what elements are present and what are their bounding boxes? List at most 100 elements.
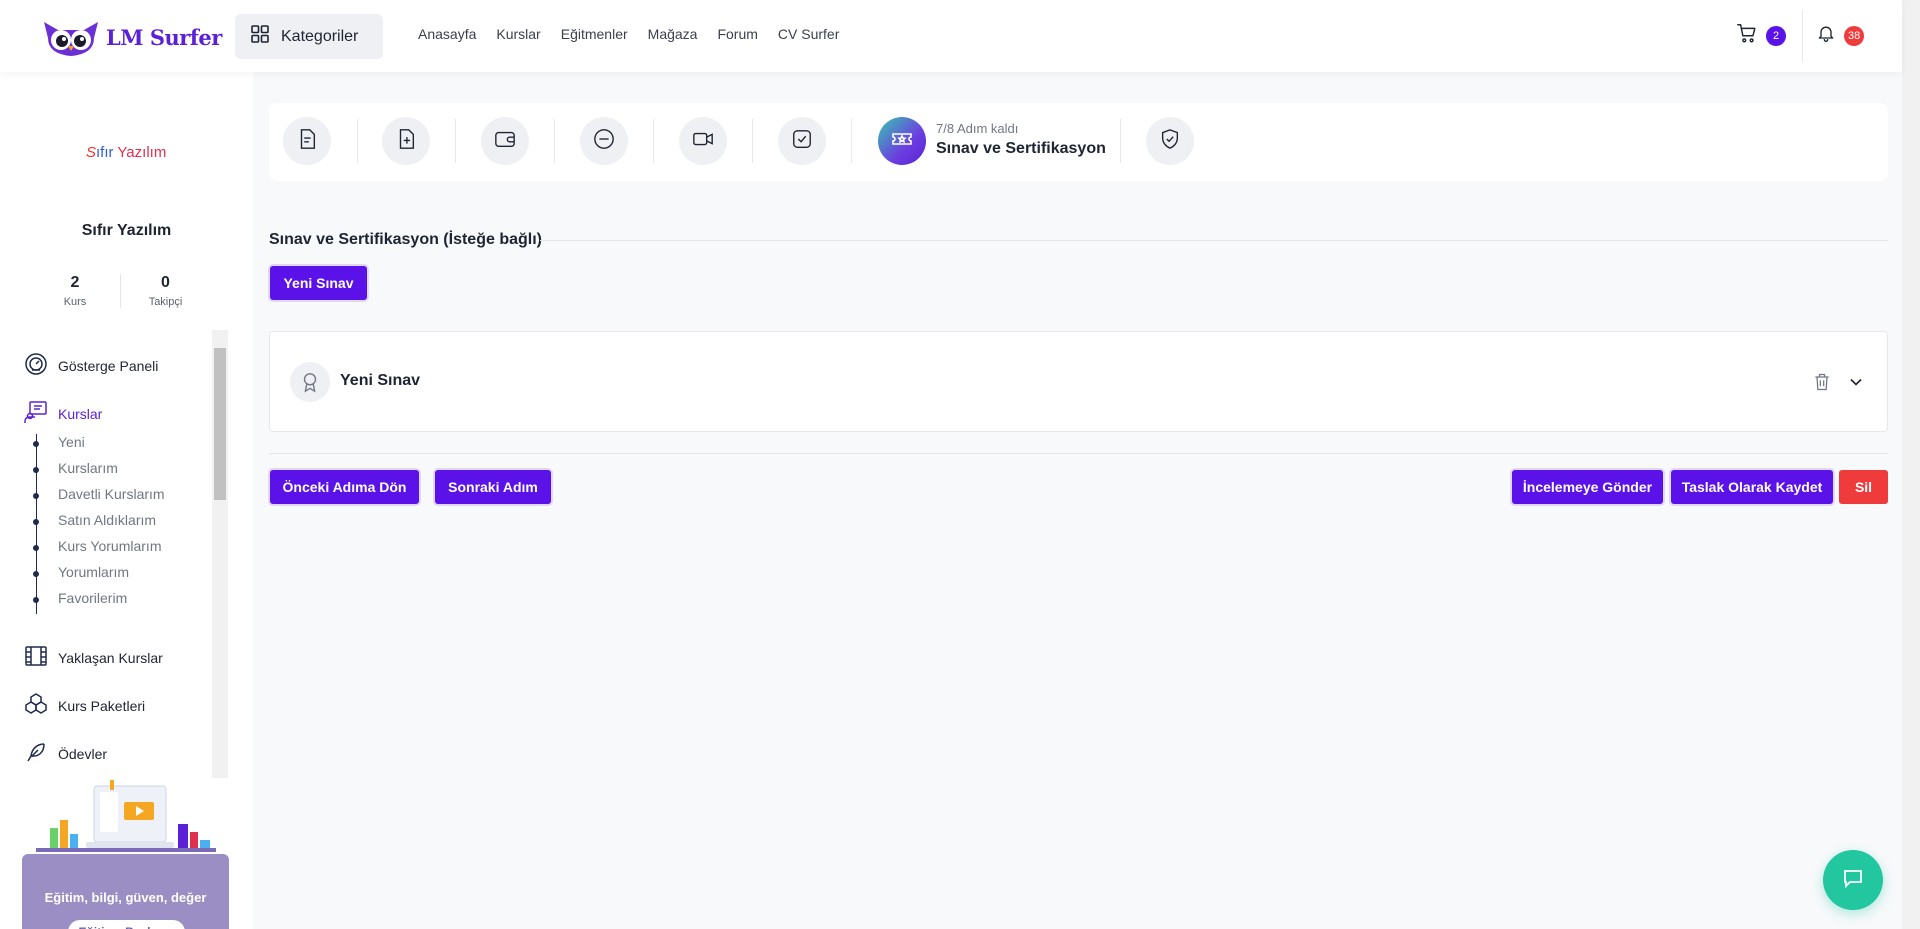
save-draft-button[interactable]: Taslak Olarak Kaydet	[1671, 470, 1833, 504]
step-divider	[752, 119, 753, 163]
sidebar-item-upcoming-courses[interactable]: Yaklaşan Kurslar	[24, 644, 163, 671]
wallet-icon	[494, 128, 516, 155]
submenu-item-invited-courses[interactable]: Davetli Kurslarım	[58, 486, 165, 502]
exam-item[interactable]: Yeni Sınav	[269, 331, 1888, 432]
step-publish[interactable]	[1146, 117, 1194, 165]
section-divider	[540, 240, 1888, 241]
notifications-button[interactable]: 38	[1816, 22, 1865, 49]
boxes-icon	[24, 692, 48, 719]
folder-minus-icon	[593, 128, 615, 155]
section-title: Sınav ve Sertifikasyon (İsteğe bağlı)	[269, 231, 542, 248]
submenu-dot	[33, 597, 39, 603]
profile-name: Sıfır Yazılım	[81, 222, 172, 239]
site-logo[interactable]: LM Surfer	[40, 16, 222, 58]
shield-check-icon	[1159, 128, 1181, 155]
submenu-dot	[33, 571, 39, 577]
nav-forum[interactable]: Forum	[717, 26, 757, 42]
nav-courses[interactable]: Kurslar	[496, 26, 540, 42]
bell-icon	[1816, 22, 1836, 49]
next-step-button[interactable]: Sonraki Adım	[435, 470, 551, 504]
grid-icon	[251, 25, 269, 48]
current-step-title: Sınav ve Sertifikasyon	[936, 140, 1106, 157]
sidebar-scrollbar-thumb[interactable]	[214, 348, 226, 500]
chat-bubble-icon	[1841, 866, 1865, 895]
submenu-dot	[33, 493, 39, 499]
stat-followers: 0 Takipçi	[120, 274, 210, 308]
step-pricing[interactable]	[481, 117, 529, 165]
submenu-item-favorites[interactable]: Favorilerim	[58, 590, 127, 606]
submenu-dot	[33, 467, 39, 473]
sidebar-item-assignments[interactable]: Ödevler	[24, 740, 107, 767]
promo-banner: Eğitim, bilgi, güven, değer Eğitime Başl…	[22, 780, 229, 929]
exam-title: Yeni Sınav	[340, 372, 421, 389]
sidebar-item-courses[interactable]: Kurslar	[24, 400, 102, 427]
chat-button[interactable]	[1823, 850, 1883, 910]
submenu-dot	[33, 519, 39, 525]
step-basic-info[interactable]	[283, 117, 331, 165]
submenu-item-course-reviews[interactable]: Kurs Yorumlarım	[58, 538, 161, 554]
step-content[interactable]	[580, 117, 628, 165]
start-learning-button[interactable]: Eğitime Başlayın	[68, 920, 185, 929]
laptop-books-illustration	[36, 780, 216, 852]
stat-courses: 2 Kurs	[63, 274, 87, 308]
promo-text: Eğitim, bilgi, güven, değer	[44, 890, 207, 905]
submenu-item-my-reviews[interactable]: Yorumlarım	[58, 564, 129, 580]
previous-step-button[interactable]: Önceki Adıma Dön	[270, 470, 419, 504]
page-scrollbar[interactable]	[1902, 0, 1920, 929]
sidebar-item-dashboard[interactable]: Gösterge Paneli	[24, 352, 158, 379]
cart-button[interactable]: 2	[1736, 22, 1786, 49]
owl-logo-icon	[40, 16, 102, 58]
sidebar: Sıfır Yazılım Sıfır Yazılım 2 Kurs 0 Tak…	[0, 72, 253, 929]
ticket-star-icon	[890, 127, 914, 156]
step-divider	[653, 119, 654, 163]
checkbox-icon	[791, 128, 813, 155]
notification-count-badge: 38	[1844, 25, 1865, 46]
step-divider	[851, 119, 852, 163]
cart-count-badge: 2	[1766, 25, 1786, 46]
logo-text: LM Surfer	[106, 24, 222, 50]
step-video[interactable]	[679, 117, 727, 165]
current-step-info: 7/8 Adım kaldı Sınav ve Sertifikasyon	[936, 121, 1106, 158]
nav-store[interactable]: Mağaza	[648, 26, 698, 42]
course-board-icon	[24, 400, 48, 427]
delete-button[interactable]: Sil	[1839, 470, 1888, 504]
dashboard-gauge-icon	[24, 352, 48, 379]
categories-label: Kategoriler	[281, 27, 359, 45]
submit-review-button[interactable]: İncelemeye Gönder	[1512, 470, 1663, 504]
main-nav: Anasayfa Kurslar Eğitmenler Mağaza Forum…	[418, 26, 839, 42]
submenu-item-new[interactable]: Yeni	[58, 434, 85, 450]
video-icon	[691, 128, 715, 155]
profile-stats: 2 Kurs 0 Takipçi	[30, 274, 210, 308]
header-divider	[1802, 10, 1803, 62]
submenu-item-my-courses[interactable]: Kurslarım	[58, 460, 118, 476]
brand-logo: Sıfır Yazılım	[86, 144, 167, 161]
new-exam-button[interactable]: Yeni Sınav	[270, 266, 367, 300]
sidebar-menu: Gösterge Paneli Kurslar Yeni Kurslarım D…	[0, 334, 212, 782]
top-bar: LM Surfer Kategoriler Anasayfa Kurslar E…	[0, 0, 1902, 72]
film-icon	[24, 644, 48, 671]
step-divider	[357, 119, 358, 163]
submenu-item-purchases[interactable]: Satın Aldıklarım	[58, 512, 156, 528]
nav-cv-surfer[interactable]: CV Surfer	[778, 26, 839, 42]
course-steps-bar: 7/8 Adım kaldı Sınav ve Sertifikasyon	[269, 103, 1888, 181]
award-icon	[290, 362, 330, 402]
step-extra-info[interactable]	[382, 117, 430, 165]
step-divider	[1120, 119, 1121, 163]
file-plus-icon	[395, 128, 417, 155]
nav-instructors[interactable]: Eğitmenler	[561, 26, 628, 42]
step-quiz[interactable]	[778, 117, 826, 165]
submenu-dot	[33, 545, 39, 551]
nav-home[interactable]: Anasayfa	[418, 26, 476, 42]
chevron-down-icon[interactable]	[1846, 372, 1866, 397]
steps-remaining: 7/8 Adım kaldı	[936, 121, 1019, 136]
categories-button[interactable]: Kategoriler	[235, 14, 383, 59]
step-divider	[455, 119, 456, 163]
step-divider	[554, 119, 555, 163]
trash-icon[interactable]	[1812, 372, 1832, 397]
feather-icon	[24, 740, 48, 767]
cart-icon	[1736, 22, 1758, 49]
sidebar-item-course-bundles[interactable]: Kurs Paketleri	[24, 692, 145, 719]
step-exam-certification[interactable]	[878, 117, 926, 165]
submenu-dot	[33, 441, 39, 447]
actions-divider	[269, 453, 1888, 454]
